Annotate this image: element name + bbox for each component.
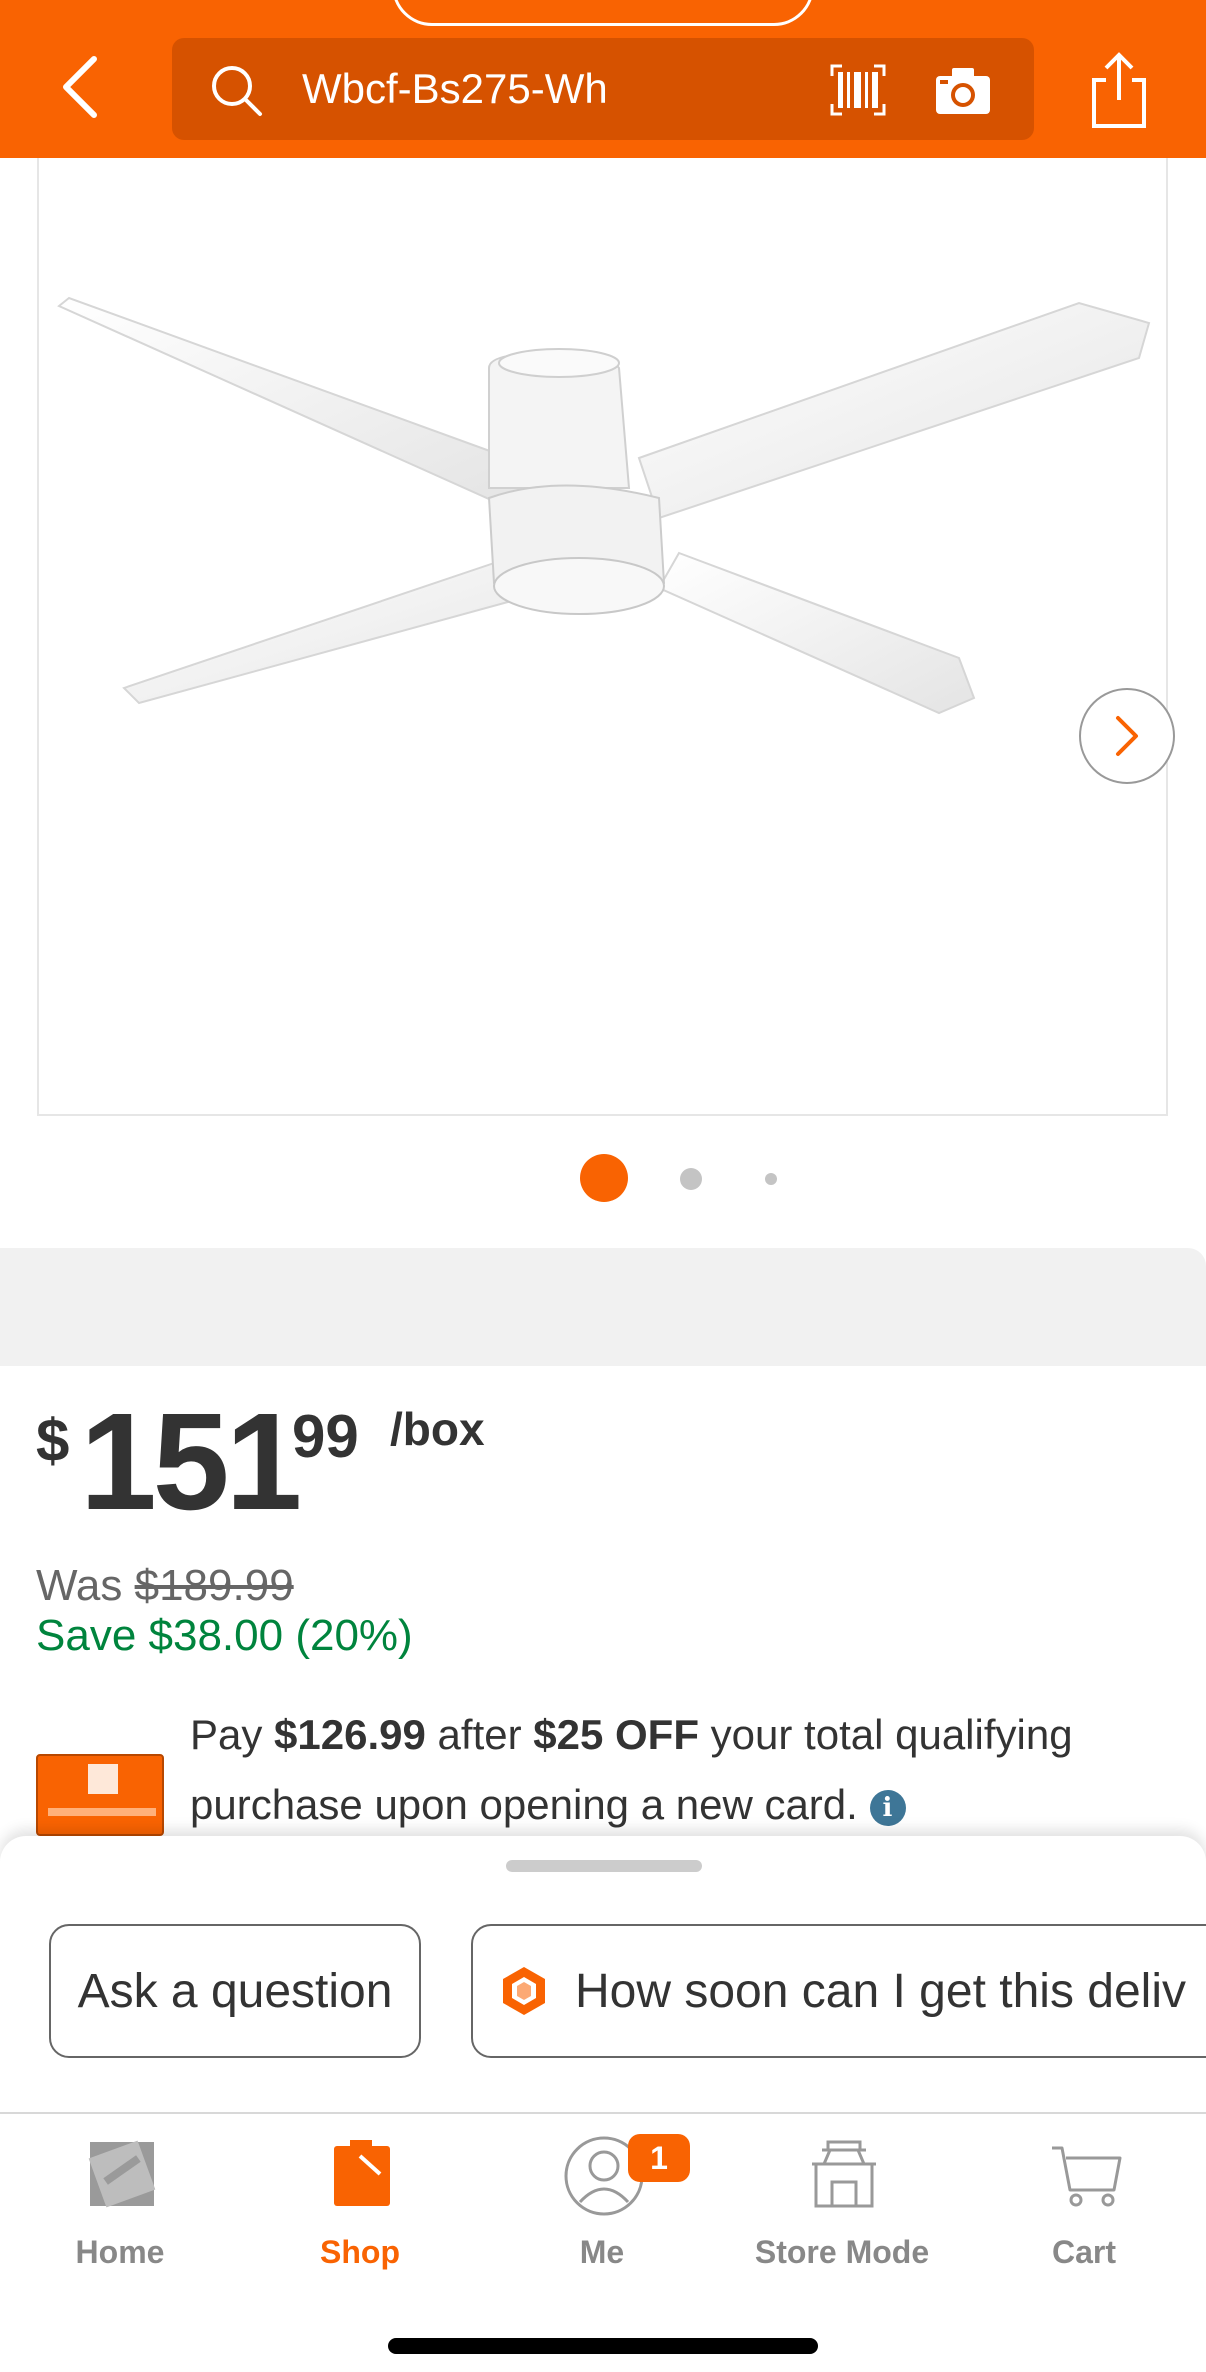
- bottom-tab-bar: Home Shop 1 Me Store Mode Cart: [0, 2112, 1206, 2372]
- was-label: Was: [36, 1561, 123, 1610]
- product-image-carousel[interactable]: [37, 158, 1175, 1116]
- tab-label: Cart: [1051, 2234, 1116, 2270]
- notification-badge: 1: [628, 2134, 690, 2182]
- savings-text: Save $38.00 (20%): [36, 1611, 413, 1660]
- price-currency: $: [36, 1407, 70, 1474]
- back-button[interactable]: [50, 52, 110, 122]
- search-input-value[interactable]: Wbcf-Bs275-Wh: [302, 64, 608, 114]
- share-icon: [1092, 52, 1146, 128]
- promo-text: after: [425, 1711, 534, 1758]
- pagination-dot-active[interactable]: [580, 1154, 628, 1202]
- was-amount: $189.99: [134, 1561, 294, 1610]
- card-logo: [88, 1764, 118, 1794]
- chip-label: Ask a question: [77, 1964, 393, 2018]
- pagination-dot[interactable]: [765, 1173, 777, 1185]
- delivery-question-chip[interactable]: How soon can I get this deliv: [471, 1924, 1206, 2058]
- cart-icon: [1052, 2146, 1122, 2207]
- tab-store-mode[interactable]: Store Mode: [742, 2134, 942, 2284]
- price-cents: 99: [292, 1403, 359, 1470]
- was-price: Was $189.99: [36, 1560, 294, 1612]
- assistant-hexagon-icon: [503, 1967, 545, 2015]
- back-chevron-icon: [63, 56, 97, 118]
- tab-label: Me: [579, 2234, 625, 2270]
- tab-home[interactable]: Home: [20, 2134, 220, 2284]
- carousel-pagination: [0, 1152, 1206, 1202]
- tab-label: Shop: [320, 2234, 400, 2270]
- card-stripe: [48, 1808, 156, 1816]
- search-icon: [212, 66, 262, 116]
- tab-label: Home: [75, 2234, 165, 2270]
- chevron-right-icon: [1116, 716, 1138, 756]
- store-icon: [812, 2140, 876, 2208]
- header-pill: [392, 0, 814, 26]
- home-depot-logo-icon: [88, 2140, 156, 2208]
- barcode-icon[interactable]: [828, 62, 888, 118]
- search-field[interactable]: Wbcf-Bs275-Wh: [172, 38, 1034, 140]
- tab-label: Store Mode: [754, 2234, 930, 2270]
- promo-text: Pay: [190, 1711, 275, 1758]
- tab-shop[interactable]: Shop: [260, 2134, 460, 2284]
- share-button[interactable]: [1086, 50, 1152, 130]
- home-indicator[interactable]: [388, 2338, 818, 2354]
- info-icon[interactable]: i: [869, 1789, 906, 1826]
- next-image-button[interactable]: [1079, 688, 1175, 784]
- pagination-dot[interactable]: [680, 1168, 702, 1190]
- camera-icon[interactable]: [934, 64, 992, 116]
- sheet-grabber[interactable]: [506, 1860, 702, 1872]
- bottom-sheet: Ask a question How soon can I get this d…: [0, 1836, 1206, 2112]
- price-dollars: 151: [80, 1385, 302, 1539]
- promo-price: $126.99: [274, 1711, 426, 1758]
- tab-me[interactable]: 1 Me: [502, 2134, 702, 2284]
- top-app-bar: Wbcf-Bs275-Wh: [0, 0, 1206, 158]
- shop-bag-icon: [334, 2140, 390, 2206]
- card-promo-text[interactable]: Pay $126.99 after $25 OFF your total qua…: [190, 1700, 1150, 1840]
- credit-card-image[interactable]: [36, 1754, 164, 1836]
- ask-question-chip[interactable]: Ask a question: [49, 1924, 421, 2058]
- chip-label: How soon can I get this deliv: [575, 1964, 1186, 2018]
- ceiling-fan-image: [57, 296, 1151, 715]
- section-divider: [0, 1248, 1206, 1366]
- tab-cart[interactable]: Cart: [984, 2134, 1184, 2284]
- promo-discount: $25 OFF: [533, 1711, 699, 1758]
- price-unit: /box: [390, 1403, 485, 1455]
